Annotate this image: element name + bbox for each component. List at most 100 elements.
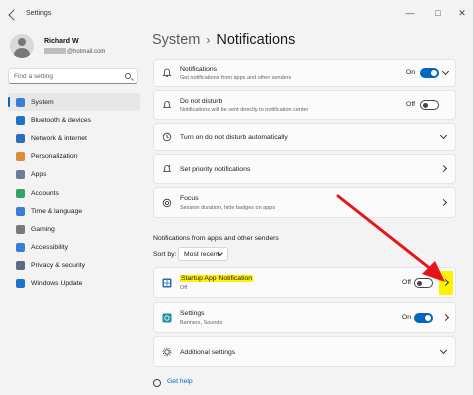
sidebar-item-label: Time & language bbox=[31, 207, 83, 215]
chevron-right-icon[interactable] bbox=[439, 198, 448, 206]
settings-app-toggle[interactable] bbox=[414, 312, 433, 323]
sidebar: Richard W @hotmail.com Find a setting Sy… bbox=[0, 30, 145, 395]
apps-icon bbox=[16, 170, 25, 180]
sidebar-item-system[interactable]: System bbox=[8, 93, 140, 112]
dnd-state: Off bbox=[406, 101, 415, 108]
maximize-button[interactable]: □ bbox=[428, 6, 448, 20]
gear-icon bbox=[162, 347, 172, 356]
settings-app-state: On bbox=[401, 313, 411, 321]
get-help-link[interactable]: Get help bbox=[167, 378, 193, 385]
sort-value: Most recent bbox=[184, 251, 220, 258]
shield-icon bbox=[16, 261, 25, 271]
user-email: @hotmail.com bbox=[44, 48, 105, 55]
avatar-head bbox=[18, 38, 26, 46]
bell-icon bbox=[162, 68, 172, 77]
sidebar-item-time-language[interactable]: Time & language bbox=[8, 202, 140, 220]
search-placeholder: Find a setting bbox=[14, 73, 54, 80]
chevron-down-icon[interactable] bbox=[441, 67, 450, 76]
sidebar-item-accounts[interactable]: Accounts bbox=[8, 184, 140, 202]
sidebar-item-label: Bluetooth & devices bbox=[31, 116, 92, 124]
startup-app-toggle[interactable] bbox=[414, 277, 433, 288]
minimize-button[interactable]: — bbox=[400, 6, 420, 20]
sidebar-nav: System Bluetooth & devices Network & inter… bbox=[8, 93, 140, 293]
sidebar-item-label: Accounts bbox=[31, 189, 59, 197]
monitor-icon bbox=[16, 97, 25, 107]
page-title: Notifications bbox=[216, 32, 296, 48]
globe-clock-icon bbox=[16, 206, 25, 216]
clock-icon bbox=[162, 132, 172, 142]
svg-text:z: z bbox=[168, 100, 170, 104]
search-icon[interactable] bbox=[125, 73, 131, 79]
chevron-right-icon[interactable] bbox=[441, 313, 450, 321]
main-content: System › Notifications Notifications Get n… bbox=[145, 30, 467, 395]
sidebar-item-label: Accessibility bbox=[31, 244, 69, 252]
sort-label: Sort by: bbox=[153, 251, 177, 258]
notifications-subtitle: Get notifications from apps and other se… bbox=[180, 75, 292, 81]
bell-z-icon: z bbox=[162, 100, 172, 108]
dnd-title: Do not disturb bbox=[180, 98, 223, 105]
settings-gear-icon bbox=[162, 313, 172, 322]
startup-app-title: Startup App Notification bbox=[180, 275, 254, 282]
sidebar-item-personalization[interactable]: Personalization bbox=[8, 148, 140, 166]
sidebar-item-accessibility[interactable]: Accessibility bbox=[8, 239, 140, 257]
sort-dropdown[interactable]: Most recent bbox=[178, 247, 228, 261]
focus-card[interactable]: Focus Session duration, hide badges on a… bbox=[153, 187, 456, 218]
sidebar-item-bluetooth-devices[interactable]: Bluetooth & devices bbox=[8, 111, 140, 129]
user-name: Richard W bbox=[44, 38, 79, 45]
notifications-title: Notifications bbox=[180, 66, 218, 73]
sidebar-item-label: Gaming bbox=[31, 225, 55, 233]
startup-app-notification-card[interactable]: Startup App Notification Off Off bbox=[153, 267, 456, 298]
window-title: Settings bbox=[26, 10, 52, 17]
sidebar-item-apps[interactable]: Apps bbox=[8, 166, 140, 184]
sidebar-item-label: Windows Update bbox=[31, 280, 83, 288]
close-button[interactable]: ✕ bbox=[452, 6, 472, 20]
focus-title: Focus bbox=[180, 195, 199, 202]
settings-app-subtitle: Banners, Sounds bbox=[180, 320, 223, 326]
notifications-card[interactable]: Notifications Get notifications from app… bbox=[153, 59, 456, 87]
bluetooth-icon bbox=[16, 115, 25, 125]
startup-app-state: Off bbox=[402, 278, 411, 286]
sidebar-item-windows-update[interactable]: Windows Update bbox=[8, 275, 140, 293]
auto-dnd-title: Turn on do not disturb automatically bbox=[180, 134, 288, 141]
auto-dnd-card[interactable]: Turn on do not disturb automatically bbox=[153, 123, 456, 151]
priority-title: Set priority notifications bbox=[180, 166, 251, 173]
avatar[interactable] bbox=[10, 34, 34, 58]
priority-notifications-card[interactable]: Set priority notifications bbox=[153, 154, 456, 184]
sidebar-item-label: System bbox=[31, 98, 54, 106]
wifi-icon bbox=[16, 133, 25, 143]
refresh-icon bbox=[16, 279, 25, 289]
breadcrumb-separator: › bbox=[206, 33, 211, 47]
senders-section-label: Notifications from apps and other sender… bbox=[153, 235, 279, 242]
chevron-right-icon[interactable] bbox=[439, 164, 448, 173]
dnd-subtitle: Notifications will be sent directly to n… bbox=[180, 107, 309, 113]
additional-settings-card[interactable]: Additional settings bbox=[153, 336, 456, 367]
user-email-suffix: @hotmail.com bbox=[67, 49, 106, 55]
avatar-body bbox=[14, 48, 30, 58]
breadcrumb-parent[interactable]: System bbox=[152, 32, 200, 48]
back-arrow-icon[interactable] bbox=[8, 9, 20, 21]
notifications-toggle[interactable] bbox=[420, 68, 439, 78]
sidebar-item-privacy-security[interactable]: Privacy & security bbox=[8, 257, 140, 275]
sidebar-item-gaming[interactable]: Gaming bbox=[8, 220, 140, 238]
do-not-disturb-card[interactable]: z Do not disturb Notifications will be s… bbox=[153, 90, 456, 120]
startup-app-icon bbox=[162, 278, 172, 287]
sidebar-item-network-internet[interactable]: Network & internet bbox=[8, 129, 140, 147]
title-bar: Settings — □ ✕ bbox=[0, 0, 474, 30]
controller-icon bbox=[16, 224, 25, 234]
settings-app-card[interactable]: Settings Banners, Sounds On bbox=[153, 302, 456, 333]
search-input[interactable]: Find a setting bbox=[8, 68, 138, 84]
accessibility-icon bbox=[16, 243, 25, 253]
sidebar-item-label: Personalization bbox=[31, 153, 78, 161]
startup-app-subtitle: Off bbox=[180, 285, 188, 291]
dnd-toggle[interactable] bbox=[420, 100, 439, 110]
focus-icon bbox=[162, 198, 172, 207]
settings-app-title: Settings bbox=[180, 310, 205, 317]
redacted-email-prefix bbox=[44, 48, 66, 54]
settings-window: Settings — □ ✕ Richard W @hotmail.com Fi… bbox=[0, 0, 474, 395]
chevron-down-icon[interactable] bbox=[439, 131, 448, 140]
sidebar-item-label: Apps bbox=[31, 171, 47, 179]
additional-settings-title: Additional settings bbox=[180, 349, 236, 356]
brush-icon bbox=[16, 152, 25, 162]
chevron-down-icon[interactable] bbox=[439, 346, 448, 354]
priority-bell-icon bbox=[162, 165, 172, 172]
